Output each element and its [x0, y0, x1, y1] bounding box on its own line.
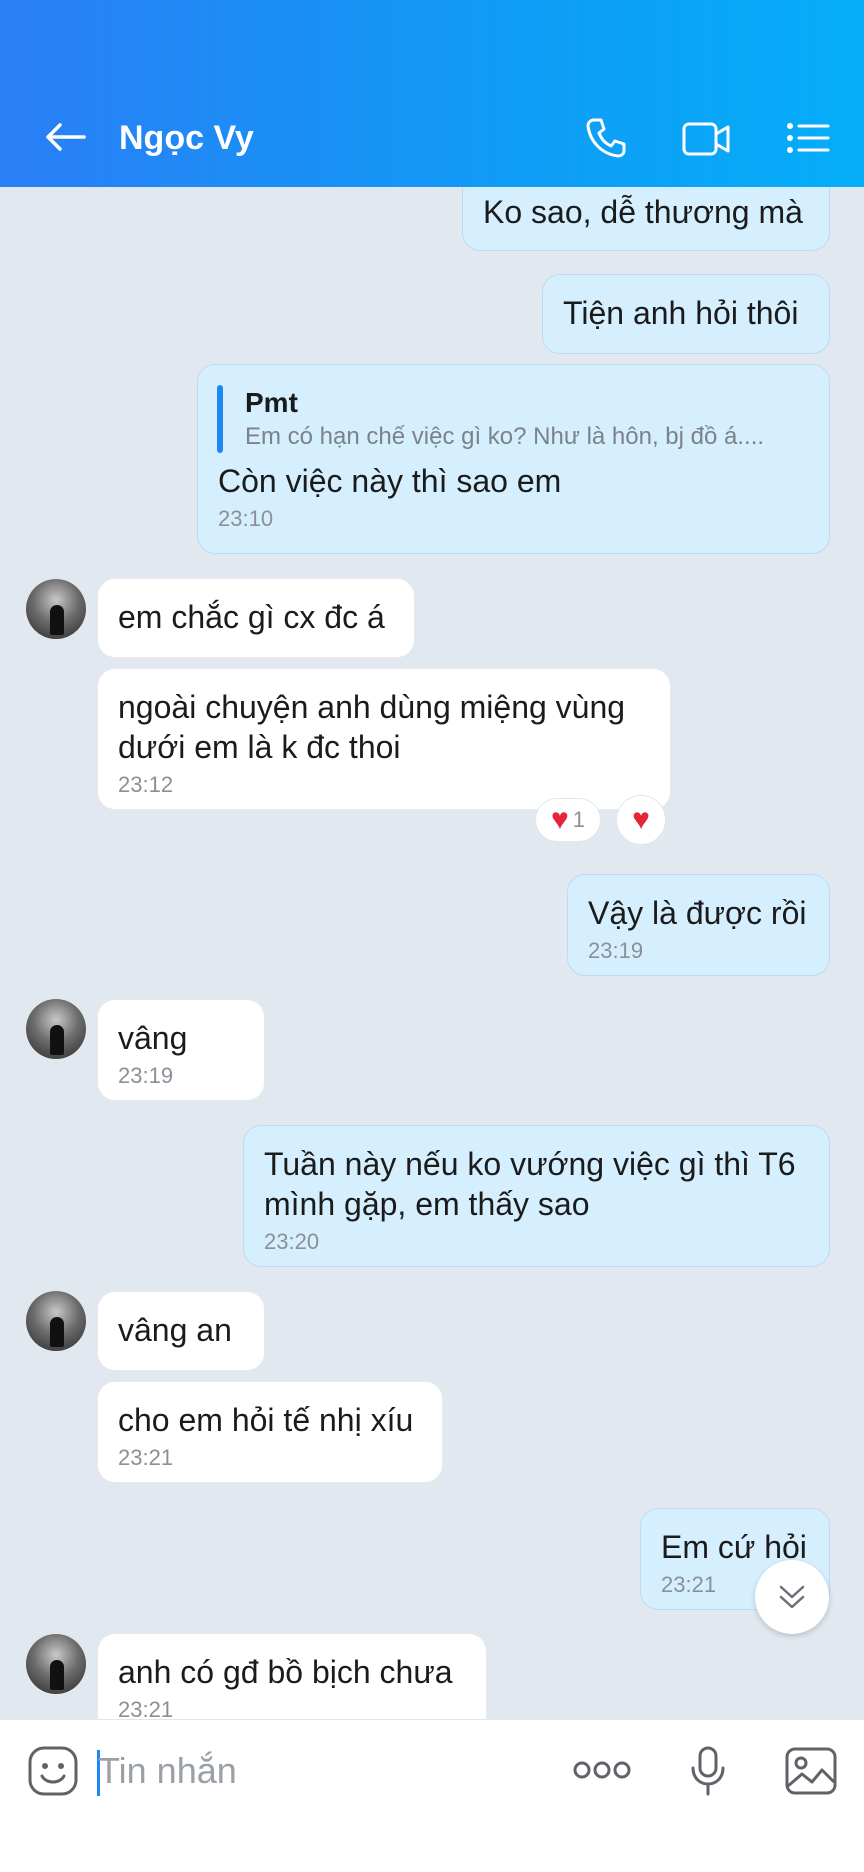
message-bubble[interactable]: anh có gđ bồ bịch chưa 23:21	[97, 1633, 487, 1719]
avatar[interactable]	[26, 1634, 86, 1694]
message-bubble[interactable]: Tuần này nếu ko vướng việc gì thì T6 mìn…	[243, 1125, 830, 1267]
video-call-icon[interactable]	[680, 112, 732, 164]
message-text: Tiện anh hỏi thôi	[563, 295, 799, 331]
back-arrow-icon[interactable]	[40, 112, 90, 162]
message-time: 23:19	[118, 1063, 174, 1088]
message-text: vâng	[118, 1020, 188, 1056]
scroll-to-bottom-button[interactable]	[755, 1560, 829, 1634]
message-bubble[interactable]: ngoài chuyện anh dùng miệng vùng dưới em…	[97, 668, 671, 810]
message-bubble[interactable]: cho em hỏi tế nhị xíu 23:21	[97, 1381, 443, 1483]
message-bubble[interactable]: em chắc gì cx đc á	[97, 578, 415, 658]
quote-bar	[217, 385, 223, 453]
more-options-icon[interactable]	[572, 1758, 632, 1782]
message-text: anh có gđ bồ bịch chưa	[118, 1654, 453, 1690]
message-text: Còn việc này thì sao em	[218, 463, 562, 499]
message-time: 23:19	[588, 938, 644, 963]
double-chevron-down-icon	[779, 1585, 805, 1609]
avatar[interactable]	[26, 1291, 86, 1351]
message-input-bar: Tin nhắn	[0, 1719, 864, 1872]
message-text: Ko sao, dễ thương mà	[483, 194, 803, 230]
message-list[interactable]: Ko sao, dễ thương mà Tiện anh hỏi thôi P…	[0, 187, 864, 1719]
message-text: vâng an	[118, 1312, 232, 1348]
avatar[interactable]	[26, 579, 86, 639]
message-bubble[interactable]: Vậy là được rồi 23:19	[567, 874, 830, 976]
image-icon[interactable]	[784, 1746, 838, 1796]
message-text: ngoài chuyện anh dùng miệng vùng dưới em…	[118, 689, 626, 765]
message-bubble[interactable]: vâng 23:19	[97, 999, 265, 1101]
message-input[interactable]: Tin nhắn	[98, 1746, 237, 1796]
quote-author: Pmt	[245, 387, 298, 418]
message-text: em chắc gì cx đc á	[118, 599, 385, 635]
message-bubble[interactable]: Ko sao, dễ thương mà	[462, 187, 830, 251]
message-time: 23:12	[118, 772, 174, 797]
message-time: 23:21	[118, 1697, 174, 1719]
message-bubble[interactable]: Tiện anh hỏi thôi	[542, 274, 830, 354]
contact-name[interactable]: Ngọc Vy	[119, 116, 254, 160]
message-text: cho em hỏi tế nhị xíu	[118, 1402, 414, 1438]
microphone-icon[interactable]	[688, 1744, 728, 1798]
message-bubble[interactable]: vâng an	[97, 1291, 265, 1371]
message-time: 23:20	[264, 1229, 320, 1254]
menu-list-icon[interactable]	[782, 112, 834, 164]
message-text: Vậy là được rồi	[588, 895, 807, 931]
reaction-count: 1	[572, 807, 586, 832]
message-time: 23:10	[218, 506, 274, 531]
heart-icon: ♥	[632, 803, 650, 836]
reaction-summary[interactable]: ♥ 1	[535, 798, 601, 842]
react-button[interactable]: ♥	[616, 795, 666, 845]
message-time: 23:21	[118, 1445, 174, 1470]
phone-icon[interactable]	[580, 112, 632, 164]
emoji-icon[interactable]	[26, 1744, 80, 1798]
avatar[interactable]	[26, 999, 86, 1059]
heart-icon: ♥	[550, 803, 569, 836]
quote-text: Em có hạn chế việc gì ko? Như là hôn, bj…	[245, 423, 765, 450]
chat-header: Ngọc Vy	[0, 0, 864, 187]
quoted-message-bubble[interactable]: Pmt Em có hạn chế việc gì ko? Như là hôn…	[197, 364, 830, 554]
message-text: Tuần này nếu ko vướng việc gì thì T6 mìn…	[264, 1146, 796, 1222]
